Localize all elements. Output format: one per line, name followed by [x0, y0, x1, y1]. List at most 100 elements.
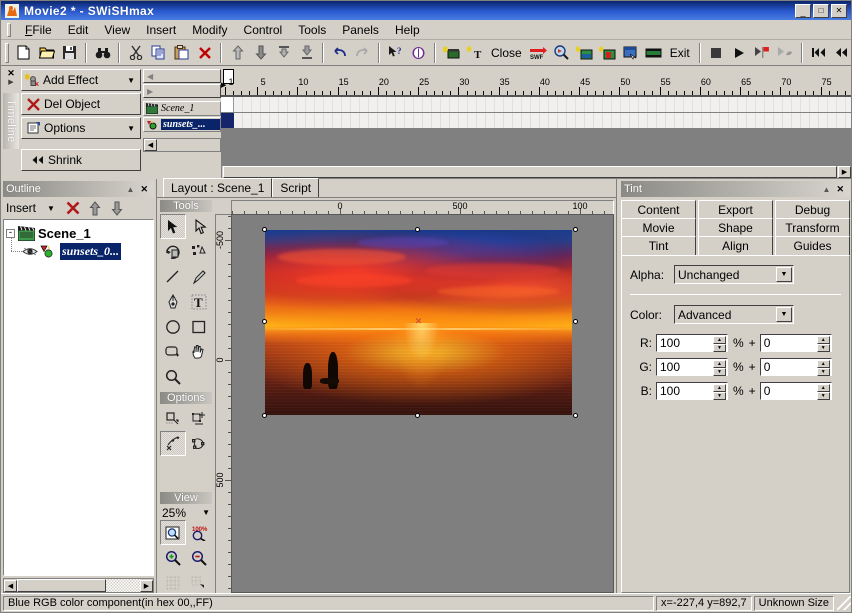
chevron-down-icon[interactable]: ▼ [776, 307, 792, 322]
red-offset-input[interactable]: 0 ▲ ▼ [759, 334, 832, 352]
maximize-button[interactable]: □ [813, 3, 829, 18]
motion-path-tool[interactable] [186, 239, 212, 264]
minimize-button[interactable]: _ [795, 3, 811, 18]
preview-magnifier-icon[interactable] [550, 42, 573, 64]
selection-handle[interactable] [262, 413, 267, 418]
selection-handle[interactable] [262, 319, 267, 324]
reference-book-icon[interactable] [407, 42, 430, 64]
reshape-tool[interactable] [160, 239, 186, 264]
tab-transform[interactable]: Transform [775, 218, 850, 237]
tab-align[interactable]: Align [698, 236, 773, 256]
rectangle-tool[interactable] [186, 314, 212, 339]
timeline-track-sunsets[interactable] [221, 113, 851, 128]
green-percent-input[interactable]: 100 ▲ ▼ [656, 358, 728, 376]
green-offset-input[interactable]: 0 ▲ ▼ [759, 358, 832, 376]
export-image-icon[interactable] [596, 42, 619, 64]
insert-scene-icon[interactable] [440, 42, 463, 64]
menu-insert[interactable]: Insert [138, 21, 184, 39]
bring-forward-icon[interactable] [272, 42, 295, 64]
open-folder-icon[interactable] [35, 42, 58, 64]
select-arrow-tool[interactable] [160, 214, 186, 239]
snap-to-grid-option[interactable] [160, 406, 186, 431]
add-effect-button[interactable]: x Add Effect ▼ [21, 69, 141, 91]
selection-handle[interactable] [573, 413, 578, 418]
selection-handle[interactable] [415, 413, 420, 418]
zoom-magnifier-tool[interactable] [160, 364, 186, 389]
step-back-icon[interactable] [830, 42, 851, 64]
test-in-browser-icon[interactable] [619, 42, 642, 64]
close-path-option[interactable] [186, 431, 212, 456]
tab-export[interactable]: Export [698, 200, 773, 219]
outline-hscroll-track[interactable] [106, 579, 140, 592]
tab-guides[interactable]: Guides [775, 236, 850, 256]
tab-layout[interactable]: Layout : Scene_1 [163, 178, 273, 197]
chevron-down-icon[interactable]: ▼ [202, 508, 210, 517]
subselect-arrow-tool[interactable] [186, 214, 212, 239]
blue-offset-input[interactable]: 0 ▲ ▼ [759, 382, 832, 400]
timeline-ruler[interactable]: ▶ 1 5 10 15 20 25 30 35 40 45 50 55 60 65 70 75 [221, 69, 851, 97]
horizontal-ruler[interactable]: 0 500 100 [231, 200, 614, 214]
color-mode-select[interactable]: Advanced ▼ [674, 305, 794, 324]
options-button[interactable]: Options ▼ [21, 117, 141, 139]
exit-label[interactable]: Exit [665, 46, 695, 60]
menu-file[interactable]: FFile [17, 21, 60, 39]
timeline-frame-0[interactable] [221, 97, 234, 112]
pencil-tool[interactable] [186, 264, 212, 289]
edit-points-option[interactable] [160, 431, 186, 456]
scroll-left-arrow[interactable]: ◀ [4, 579, 17, 592]
play-icon[interactable] [728, 42, 751, 64]
snap-to-grid-icon[interactable] [186, 570, 212, 595]
timeline-hscrollbar[interactable]: ▶ [221, 165, 851, 179]
redo-icon[interactable] [351, 42, 374, 64]
selection-handle[interactable] [573, 319, 578, 324]
menu-help[interactable]: Help [387, 21, 428, 39]
export-avi-icon[interactable] [642, 42, 665, 64]
chevron-down-icon[interactable]: ▼ [776, 267, 792, 282]
tree-expand-toggle[interactable]: - [6, 228, 15, 238]
shrink-button[interactable]: Shrink [21, 149, 141, 171]
tab-content[interactable]: Content [621, 200, 696, 219]
show-grid-icon[interactable] [160, 570, 186, 595]
toolbar-grip[interactable] [5, 42, 9, 63]
tab-shape[interactable]: Shape [698, 218, 773, 237]
cut-scissors-icon[interactable] [124, 42, 147, 64]
timeline-frame-cells[interactable] [234, 113, 851, 128]
copy-icon[interactable] [147, 42, 170, 64]
chevron-down-icon[interactable]: ▼ [41, 199, 61, 217]
timeline-row-scene[interactable]: Scene_1 [143, 101, 221, 116]
bring-to-front-icon[interactable] [226, 42, 249, 64]
spinner-buttons[interactable]: ▲ ▼ [816, 336, 830, 352]
collapse-arrow-icon[interactable]: ▲ [820, 185, 834, 194]
find-binoculars-icon[interactable] [91, 42, 114, 64]
zoom-level-select[interactable]: 25% ▼ [160, 506, 212, 520]
tab-movie[interactable]: Movie [621, 218, 696, 237]
scroll-left-arrow[interactable]: ◀ [144, 139, 157, 151]
close-x-icon[interactable]: ✕ [833, 184, 847, 195]
zoom-100-percent-icon[interactable]: 100% [186, 520, 212, 545]
transform-option[interactable] [186, 406, 212, 431]
play-scene-icon[interactable] [751, 42, 774, 64]
text-tool[interactable]: T [186, 289, 212, 314]
undo-icon[interactable] [328, 42, 351, 64]
tree-row-scene[interactable]: - Scene_1 [6, 224, 151, 242]
selection-handle[interactable] [262, 227, 267, 232]
line-tool[interactable] [160, 264, 186, 289]
timeline-scroll-up-button[interactable]: ◀ [143, 69, 221, 83]
zoom-out-icon[interactable] [186, 545, 212, 570]
timeline-row-sunsets[interactable]: sunsets_... [143, 117, 221, 132]
tab-tint[interactable]: Tint [621, 236, 696, 256]
resize-grip[interactable] [837, 596, 851, 610]
menu-tools[interactable]: Tools [290, 21, 334, 39]
move-up-arrow-icon[interactable] [85, 199, 105, 217]
menu-view[interactable]: View [96, 21, 138, 39]
send-to-back-icon[interactable] [249, 42, 272, 64]
rewind-to-start-icon[interactable] [807, 42, 830, 64]
outline-tree[interactable]: - Scene_1 sunsets_0... [3, 219, 154, 576]
zoom-in-icon[interactable] [160, 545, 186, 570]
timeline-track-scene[interactable] [221, 97, 851, 112]
alpha-select[interactable]: Unchanged ▼ [674, 265, 794, 284]
bezier-pen-tool[interactable] [160, 289, 186, 314]
timeline-frame-0[interactable] [221, 113, 234, 128]
stop-icon[interactable] [705, 42, 728, 64]
tab-debug[interactable]: Debug [775, 200, 850, 219]
